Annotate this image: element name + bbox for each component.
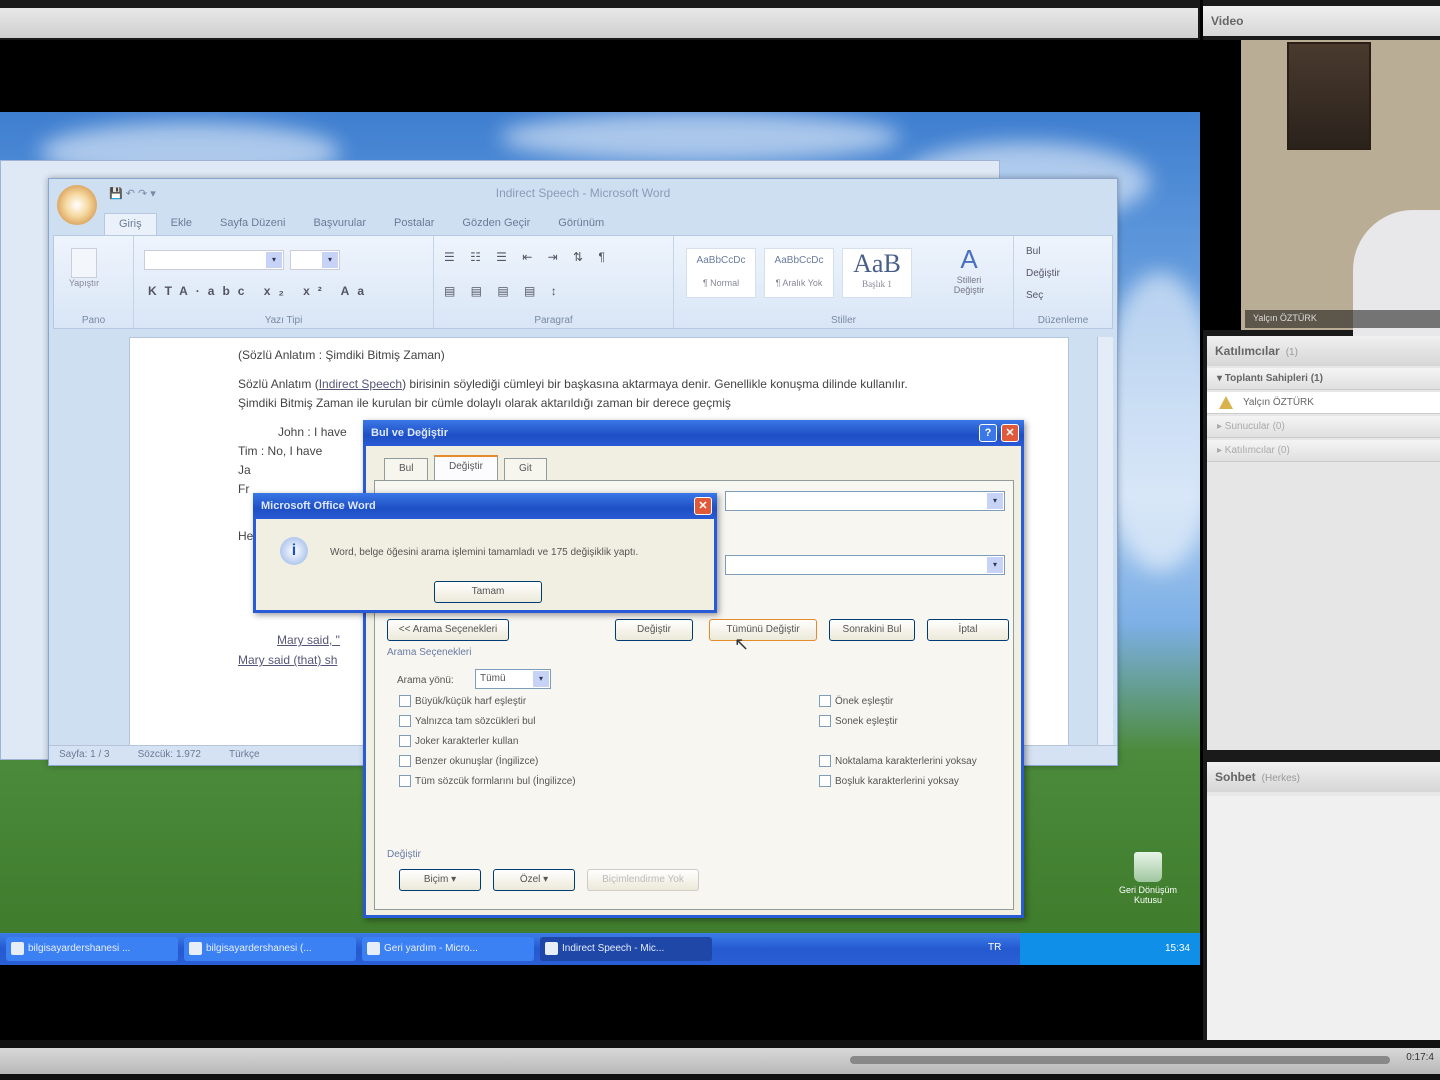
taskbar: bilgisayardershanesi ... bilgisayardersh…: [0, 933, 1200, 965]
select-button[interactable]: Seç: [1026, 290, 1043, 301]
tab-home[interactable]: Giriş: [104, 213, 157, 235]
recycle-bin-label: Geri Dönüşüm Kutusu: [1118, 885, 1178, 905]
participants-header: Katılımcılar (1): [1207, 336, 1440, 366]
font-format-buttons[interactable]: KTA·abc x₂ x² Aa: [148, 284, 372, 298]
tab-goto[interactable]: Git: [504, 458, 547, 480]
group-editing: Bul Değiştir Seç Düzenleme: [1026, 246, 1089, 326]
font-size-select[interactable]: ▾: [290, 250, 340, 270]
message-box: Microsoft Office Word ✕ i Word, belge öğe…: [253, 493, 717, 613]
chat-area[interactable]: [1207, 796, 1440, 1040]
format-button[interactable]: Biçim ▾: [399, 869, 481, 891]
video-feed: Yalçın ÖZTÜRK: [1203, 40, 1440, 350]
taskbar-item[interactable]: Indirect Speech - Mic...: [540, 937, 712, 961]
ok-button[interactable]: Tamam: [434, 581, 542, 603]
host-icon: [1219, 396, 1233, 409]
checkbox-match-suffix[interactable]: Sonek eşleştir: [819, 715, 898, 727]
chat-header: Sohbet (Herkes): [1207, 762, 1440, 792]
tab-references[interactable]: Başvurular: [299, 213, 380, 235]
checkbox-ignore-punctuation[interactable]: Noktalama karakterlerini yoksay: [819, 755, 977, 767]
tab-view[interactable]: Görünüm: [544, 213, 618, 235]
word-count[interactable]: Sözcük: 1.972: [138, 749, 201, 762]
group-clipboard: Yapıştır Pano: [54, 236, 134, 328]
checkbox-sounds-like[interactable]: Benzer okunuşlar (İngilizce): [399, 755, 538, 767]
paste-button[interactable]: Yapıştır: [66, 248, 102, 288]
close-icon[interactable]: ✕: [1001, 424, 1019, 442]
ribbon-tabs: Giriş Ekle Sayfa Düzeni Başvurular Posta…: [104, 213, 618, 235]
cancel-button[interactable]: İptal: [927, 619, 1009, 641]
checkbox-wildcards[interactable]: Joker karakterler kullan: [399, 735, 518, 747]
tab-review[interactable]: Gözden Geçir: [448, 213, 544, 235]
search-options-label: Arama Seçenekleri: [387, 647, 472, 658]
progress-scrollbar[interactable]: [850, 1056, 1390, 1064]
doc-line-mary-reported: Mary said (that) sh: [238, 653, 338, 667]
direction-label: Arama yönü:: [397, 675, 454, 686]
tab-find[interactable]: Bul: [384, 458, 429, 480]
align-buttons[interactable]: ▤ ▤ ▤ ▤ ↕: [444, 284, 563, 298]
info-icon: i: [280, 537, 308, 565]
taskbar-item[interactable]: bilgisayardershanesi (...: [184, 937, 356, 961]
checkbox-whole-words[interactable]: Yalnızca tam sözcükleri bul: [399, 715, 535, 727]
find-what-input[interactable]: ▾: [725, 491, 1005, 511]
participant-host[interactable]: Yalçın ÖZTÜRK: [1207, 392, 1440, 414]
meeting-sidebar: Video Yalçın ÖZTÜRK Katılımcılar (1) ▾ To…: [1203, 0, 1440, 1040]
help-icon[interactable]: ?: [979, 424, 997, 442]
replace-with-input[interactable]: ▾: [725, 555, 1005, 575]
style-no-spacing[interactable]: AaBbCcDc ¶ Aralık Yok: [764, 248, 834, 298]
message-text: Word, belge öğesini arama işlemini tamam…: [330, 547, 639, 558]
replace-section-label: Değiştir: [387, 849, 421, 860]
find-next-button[interactable]: Sonrakini Bul: [829, 619, 915, 641]
dialog-title-bar[interactable]: Bul ve Değiştir? ✕: [363, 420, 1024, 446]
group-font: ▾ ▾ KTA·abc x₂ x² Aa Yazı Tipi: [134, 236, 434, 328]
doc-paragraph: Sözlü Anlatım (Indirect Speech) birisini…: [238, 377, 908, 410]
time-readout: 0:17:4: [1406, 1052, 1434, 1063]
system-tray: 15:34: [1020, 933, 1200, 965]
group-paragraph: ☰ ☷ ☰ ⇤ ⇥ ⇅ ¶ ▤ ▤ ▤ ▤ ↕ Paragraf: [434, 236, 674, 328]
change-styles-button[interactable]: A Stilleri Değiştir: [944, 244, 994, 295]
hosts-group[interactable]: ▾ Toplantı Sahipleri (1): [1207, 368, 1440, 390]
direction-select[interactable]: Tümü ▾: [475, 669, 551, 689]
taskbar-item[interactable]: Geri yardım - Micro...: [362, 937, 534, 961]
taskbar-item[interactable]: bilgisayardershanesi ...: [6, 937, 178, 961]
doc-heading: (Sözlü Anlatım : Şimdiki Bitmiş Zaman): [238, 348, 445, 362]
special-button[interactable]: Özel ▾: [493, 869, 575, 891]
page-count[interactable]: Sayfa: 1 / 3: [59, 749, 110, 762]
close-icon[interactable]: ✕: [694, 497, 712, 515]
attendees-group[interactable]: ▸ Katılımcılar (0): [1207, 440, 1440, 462]
portrait-picture: [1287, 42, 1371, 150]
presenters-group[interactable]: ▸ Sunucular (0): [1207, 416, 1440, 438]
video-header: Video: [1203, 6, 1440, 36]
tab-page-layout[interactable]: Sayfa Düzeni: [206, 213, 299, 235]
ribbon: Yapıştır Pano ▾ ▾ KTA·abc x₂ x² Aa Yazı …: [53, 235, 1113, 329]
recycle-bin-icon[interactable]: Geri Dönüşüm Kutusu: [1108, 852, 1188, 905]
language-indicator[interactable]: TR: [988, 942, 1001, 953]
replace-button[interactable]: Değiştir: [615, 619, 693, 641]
list-buttons[interactable]: ☰ ☷ ☰ ⇤ ⇥ ⇅ ¶: [444, 250, 611, 264]
clock[interactable]: 15:34: [1165, 943, 1190, 954]
vertical-scrollbar[interactable]: [1097, 337, 1113, 747]
mouse-cursor-icon: ↖: [734, 634, 750, 654]
window-title: Indirect Speech - Microsoft Word: [495, 186, 671, 200]
checkbox-match-case[interactable]: Büyük/küçük harf eşleştir: [399, 695, 526, 707]
replace-button[interactable]: Değiştir: [1026, 268, 1060, 279]
font-name-select[interactable]: ▾: [144, 250, 284, 270]
tab-insert[interactable]: Ekle: [157, 213, 206, 235]
less-options-button[interactable]: << Arama Seçenekleri: [387, 619, 509, 641]
tab-replace[interactable]: Değiştir: [434, 455, 498, 481]
find-button[interactable]: Bul: [1026, 246, 1040, 257]
replace-all-button[interactable]: Tümünü Değiştir: [709, 619, 817, 641]
checkbox-match-prefix[interactable]: Önek eşleştir: [819, 695, 893, 707]
playback-bar: 0:17:4: [0, 1040, 1440, 1080]
language[interactable]: Türkçe: [229, 749, 260, 762]
tab-mailings[interactable]: Postalar: [380, 213, 448, 235]
checkbox-ignore-whitespace[interactable]: Boşluk karakterlerini yoksay: [819, 775, 959, 787]
presenter-name: Yalçın ÖZTÜRK: [1245, 310, 1440, 328]
checkbox-word-forms[interactable]: Tüm sözcük formlarını bul (İngilizce): [399, 775, 576, 787]
style-heading-1[interactable]: AaB Başlık 1: [842, 248, 912, 298]
no-formatting-button[interactable]: Biçimlendirme Yok: [587, 869, 699, 891]
group-styles: AaBbCcDc ¶ Normal AaBbCcDc ¶ Aralık Yok Aa…: [674, 236, 1014, 328]
top-toolbar: [0, 0, 1200, 40]
style-normal[interactable]: AaBbCcDc ¶ Normal: [686, 248, 756, 298]
message-title-bar[interactable]: Microsoft Office Word ✕: [253, 493, 717, 519]
doc-line-mary-quote: Mary said, ": [277, 633, 340, 647]
